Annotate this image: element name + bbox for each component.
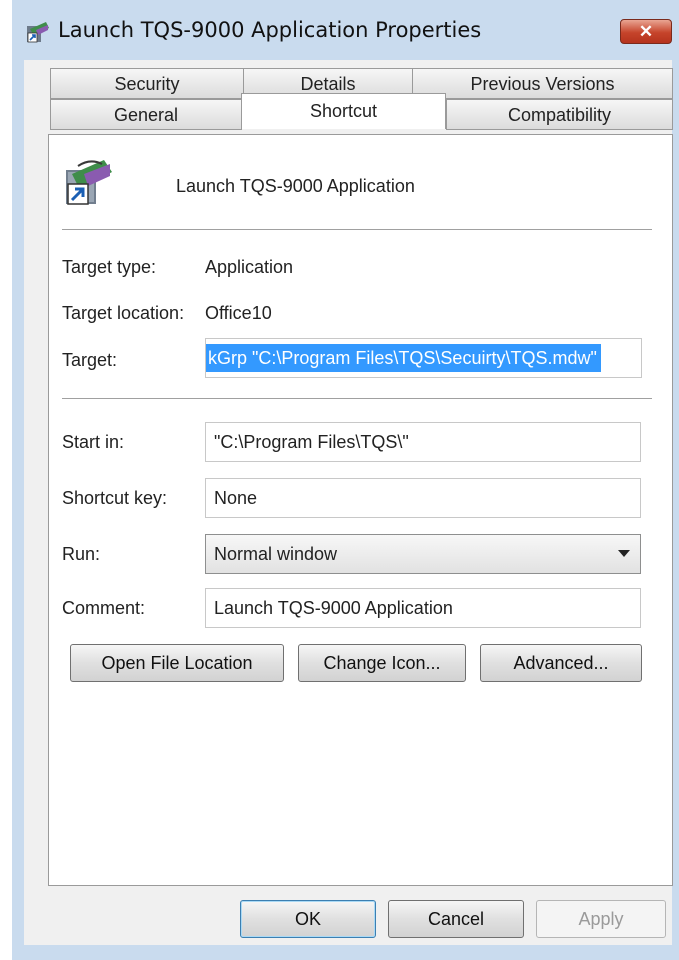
open-file-location-button[interactable]: Open File Location bbox=[70, 644, 284, 682]
tab-compatibility[interactable]: Compatibility bbox=[446, 99, 673, 130]
shortcut-name: Launch TQS-9000 Application bbox=[176, 176, 415, 196]
shortcut-app-icon bbox=[27, 22, 49, 43]
tab-general[interactable]: General bbox=[50, 99, 242, 130]
apply-button[interactable]: Apply bbox=[536, 900, 666, 938]
run-label: Run: bbox=[62, 544, 101, 564]
tab-previous-versions[interactable]: Previous Versions bbox=[412, 68, 673, 99]
run-dropdown[interactable]: Normal window bbox=[205, 534, 641, 574]
shortcut-key-field[interactable]: None bbox=[205, 478, 641, 518]
target-location-label: Target location: bbox=[62, 303, 185, 323]
close-button[interactable]: ✕ bbox=[620, 19, 672, 44]
run-dropdown-value: Normal window bbox=[214, 544, 338, 564]
comment-label: Comment: bbox=[62, 598, 146, 618]
advanced-button[interactable]: Advanced... bbox=[480, 644, 642, 682]
shortcut-key-label: Shortcut key: bbox=[62, 488, 168, 508]
dropdown-arrow-icon bbox=[618, 550, 630, 557]
comment-field[interactable]: Launch TQS-9000 Application bbox=[205, 588, 641, 628]
properties-window: Launch TQS-9000 Application Properties ✕… bbox=[12, 0, 679, 960]
tab-security[interactable]: Security bbox=[50, 68, 244, 99]
change-icon-button[interactable]: Change Icon... bbox=[298, 644, 466, 682]
separator-top bbox=[62, 229, 652, 233]
target-label: Target: bbox=[62, 350, 118, 370]
target-field[interactable]: kGrp "C:\Program Files\TQS\Secuirty\TQS.… bbox=[205, 338, 642, 378]
target-type-value: Application bbox=[205, 257, 294, 277]
start-in-label: Start in: bbox=[62, 432, 125, 452]
cancel-button[interactable]: Cancel bbox=[388, 900, 524, 938]
separator-middle bbox=[62, 398, 652, 402]
shortcut-app-icon bbox=[66, 160, 112, 205]
target-location-value: Office10 bbox=[205, 303, 272, 323]
window-title: Launch TQS-9000 Application Properties bbox=[58, 18, 482, 42]
ok-button[interactable]: OK bbox=[240, 900, 376, 938]
close-icon: ✕ bbox=[638, 22, 654, 41]
tab-shortcut[interactable]: Shortcut bbox=[241, 93, 446, 129]
target-selected-text: kGrp "C:\Program Files\TQS\Secuirty\TQS.… bbox=[206, 344, 601, 372]
target-type-label: Target type: bbox=[62, 257, 157, 277]
title-bar[interactable]: Launch TQS-9000 Application Properties ✕ bbox=[12, 0, 679, 60]
start-in-field[interactable]: "C:\Program Files\TQS\" bbox=[205, 422, 641, 462]
